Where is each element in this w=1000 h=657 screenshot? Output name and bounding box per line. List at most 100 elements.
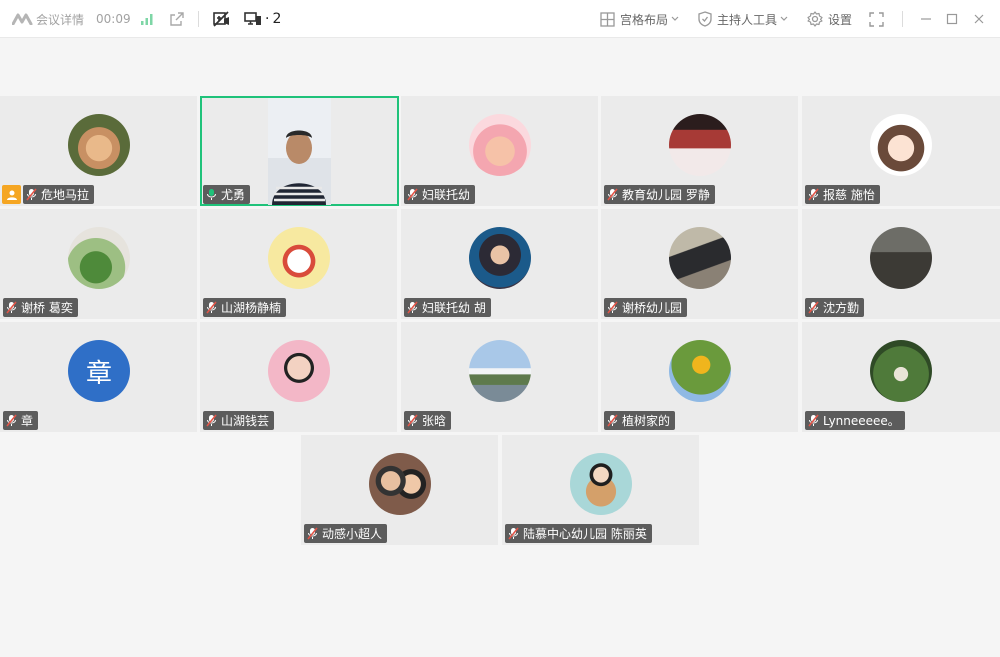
avatar: 章 — [68, 340, 130, 402]
participant-tile[interactable]: 动感小超人 — [301, 435, 498, 545]
mic-muted-icon — [307, 527, 318, 540]
avatar — [268, 340, 330, 402]
top-toolbar: 会议详情 00:09 · 2 宫格布局 主持人工具 设置 — [0, 0, 1000, 38]
chevron-down-icon — [671, 16, 679, 21]
meeting-details-label: 会议详情 — [36, 12, 85, 27]
mic-muted-icon — [206, 301, 217, 314]
host-tools-button[interactable]: 主持人工具 — [698, 0, 788, 38]
share-link-icon[interactable] — [169, 0, 185, 38]
avatar — [268, 227, 330, 289]
screen-icon — [244, 12, 261, 25]
participant-tile[interactable]: 妇联托幼 — [401, 96, 598, 206]
avatar — [870, 114, 932, 176]
toolbar-divider — [902, 11, 903, 27]
mic-muted-icon — [26, 188, 37, 201]
participant-tile[interactable]: 沈方勤 — [802, 209, 1000, 319]
participant-tile[interactable]: 报慈 施怡 — [802, 96, 1000, 206]
participant-name: 张晗 — [422, 414, 447, 428]
signal-strength-icon — [140, 0, 154, 38]
meeting-details-button[interactable]: 会议详情 — [36, 0, 84, 38]
avatar — [369, 453, 431, 515]
close-icon[interactable] — [973, 0, 985, 38]
participant-name: 危地马拉 — [41, 188, 90, 202]
meeting-timer: 00:09 — [96, 12, 131, 26]
avatar — [669, 227, 731, 289]
mic-muted-icon — [407, 414, 418, 427]
participant-name-label: 危地马拉 — [23, 185, 95, 204]
participant-tile[interactable]: 山湖杨静楠 — [200, 209, 397, 319]
host-badge-icon — [2, 185, 21, 204]
mic-active-icon — [206, 188, 217, 201]
avatar — [870, 340, 932, 402]
participant-name: 妇联托幼 — [422, 188, 471, 202]
participant-tile-active-speaker[interactable]: 尤勇 — [200, 96, 399, 206]
avatar — [469, 227, 531, 289]
participant-name: Lynneeeee。 — [823, 414, 900, 428]
participant-tile[interactable]: 山湖钱芸 — [200, 322, 397, 432]
participant-name: 动感小超人 — [322, 527, 383, 541]
avatar — [68, 114, 130, 176]
mic-muted-icon — [407, 188, 418, 201]
participant-name: 谢桥 葛奕 — [21, 301, 73, 315]
mic-muted-icon — [607, 188, 618, 201]
shield-icon — [698, 11, 712, 27]
participant-name: 谢桥幼儿园 — [622, 301, 683, 315]
participant-tile[interactable]: 陆慕中心幼儿园 陈丽英 — [502, 435, 699, 545]
mic-muted-icon — [808, 301, 819, 314]
participant-name-label: 张晗 — [404, 411, 452, 430]
avatar-initial: 章 — [85, 358, 112, 389]
gear-icon — [807, 11, 823, 27]
maximize-icon[interactable] — [946, 0, 958, 38]
participant-tile[interactable]: 张晗 — [401, 322, 598, 432]
avatar — [669, 340, 731, 402]
avatar — [469, 114, 531, 176]
grid-layout-button[interactable]: 宫格布局 — [600, 0, 679, 38]
participant-name-label: 谢桥幼儿园 — [604, 298, 688, 317]
participant-name: 报慈 施怡 — [823, 188, 875, 202]
grid-layout-label: 宫格布局 — [620, 12, 669, 27]
mic-muted-icon — [808, 188, 819, 201]
participant-name-label: 教育幼儿园 罗静 — [604, 185, 715, 204]
app-logo-icon — [12, 0, 34, 38]
participant-tile[interactable]: 章 章 — [0, 322, 197, 432]
mic-muted-icon — [206, 414, 217, 427]
mic-muted-icon — [508, 527, 519, 540]
participant-tile[interactable]: Lynneeeee。 — [802, 322, 1000, 432]
participant-tile[interactable]: 妇联托幼 胡 — [401, 209, 598, 319]
participant-name-label: 植树家的 — [604, 411, 676, 430]
avatar — [570, 453, 632, 515]
participant-tile[interactable]: 谢桥幼儿园 — [601, 209, 798, 319]
chevron-down-icon — [780, 16, 788, 21]
participant-tile[interactable]: 教育幼儿园 罗静 — [601, 96, 798, 206]
participant-name-label: 章 — [3, 411, 39, 430]
participant-name-label: 妇联托幼 — [404, 185, 476, 204]
mic-muted-icon — [407, 301, 418, 314]
participant-name: 植树家的 — [622, 414, 671, 428]
participant-name-label: 报慈 施怡 — [805, 185, 880, 204]
participant-name-label: 山湖杨静楠 — [203, 298, 287, 317]
participant-name-label: 动感小超人 — [304, 524, 388, 543]
participant-name: 妇联托幼 胡 — [422, 301, 486, 315]
screen-count-value: 2 — [272, 11, 282, 27]
avatar — [669, 114, 731, 176]
participant-name-label: Lynneeeee。 — [805, 411, 905, 430]
minimize-icon[interactable] — [920, 0, 932, 38]
participant-tile[interactable]: 谢桥 葛奕 — [0, 209, 197, 319]
mute-all-icon[interactable] — [212, 0, 230, 38]
avatar — [870, 227, 932, 289]
participant-name: 山湖杨静楠 — [221, 301, 282, 315]
participant-tile[interactable]: 植树家的 — [601, 322, 798, 432]
participant-name: 章 — [21, 414, 34, 428]
mic-muted-icon — [6, 414, 17, 427]
participant-name: 尤勇 — [221, 188, 246, 202]
settings-label: 设置 — [828, 12, 853, 27]
participant-name: 山湖钱芸 — [221, 414, 270, 428]
fullscreen-icon[interactable] — [869, 0, 884, 38]
settings-button[interactable]: 设置 — [807, 0, 852, 38]
participant-name-label: 山湖钱芸 — [203, 411, 275, 430]
screen-share-count[interactable]: · 2 — [244, 0, 281, 38]
participant-name: 陆慕中心幼儿园 陈丽英 — [523, 527, 647, 541]
mic-muted-icon — [607, 301, 618, 314]
participant-name-label: 尤勇 — [203, 185, 251, 204]
participant-tile[interactable]: 危地马拉 — [0, 96, 197, 206]
